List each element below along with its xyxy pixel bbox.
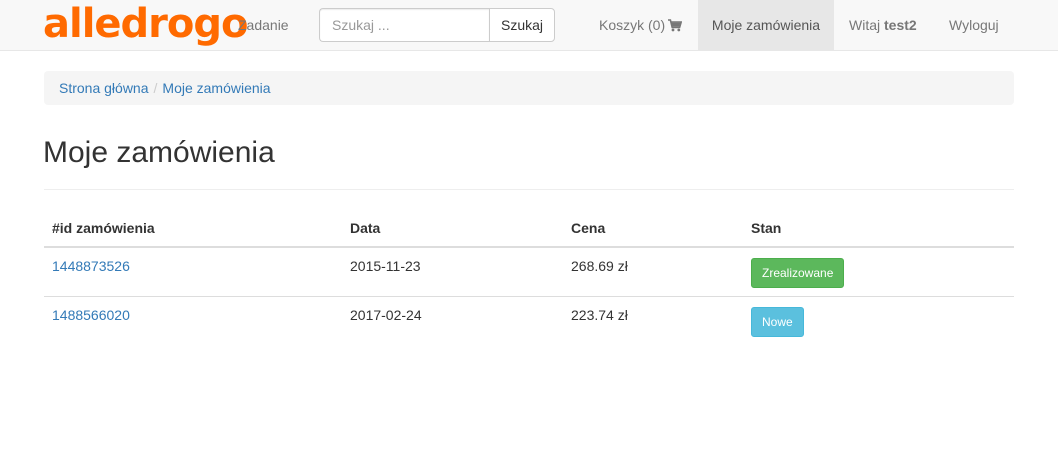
order-date: 2017-02-24: [350, 307, 422, 323]
table-header-row: #id zamówienia Data Cena Stan: [44, 210, 1014, 248]
order-price: 268.69 zł: [563, 247, 743, 297]
user-greeting: Witaj test2: [849, 0, 917, 50]
logout-link[interactable]: Wyloguj: [949, 0, 999, 50]
nav-cart-link[interactable]: Koszyk (0): [599, 0, 683, 52]
status-badge[interactable]: Zrealizowane: [751, 258, 845, 288]
order-id-link[interactable]: 1488566020: [52, 307, 130, 323]
order-price: 223.74 zł: [571, 307, 628, 323]
search-button[interactable]: Szukaj: [489, 8, 555, 42]
breadcrumb: Strona główna / Moje zamówienia: [44, 71, 1014, 105]
header-status: Stan: [743, 210, 1014, 248]
table-row: 1448873526 2015-11-23 268.69 zł Zrealizo…: [44, 247, 1014, 297]
header-price: Cena: [563, 210, 743, 248]
order-id-cell: 1488566020: [44, 297, 342, 346]
brand-logo[interactable]: alledrogo: [43, 0, 248, 50]
order-status-cell: Nowe: [743, 297, 1014, 346]
page-title: Moje zamówienia: [43, 136, 275, 169]
breadcrumb-my-orders[interactable]: Moje zamówienia: [162, 80, 270, 96]
order-id-cell: 1448873526: [44, 247, 342, 297]
order-date: 2015-11-23: [342, 247, 563, 297]
navbar: alledrogo Zadanie Szukaj Koszyk (0) Moje…: [0, 0, 1058, 51]
nav-my-orders-link[interactable]: Moje zamówienia: [698, 0, 834, 50]
table-row: 1488566020 2017-02-24 223.74 zł Nowe: [44, 297, 1014, 346]
nav-task-link[interactable]: Zadanie: [238, 0, 289, 50]
orders-table: #id zamówienia Data Cena Stan 1448873526…: [44, 210, 1014, 345]
username: test2: [884, 17, 917, 33]
search-input[interactable]: [319, 8, 489, 42]
breadcrumb-home[interactable]: Strona główna: [59, 80, 149, 96]
header-order-id: #id zamówienia: [44, 210, 342, 248]
shopping-cart-icon: [668, 2, 683, 52]
order-id-link[interactable]: 1448873526: [52, 258, 130, 274]
title-divider: [44, 189, 1014, 190]
header-date: Data: [342, 210, 563, 248]
search-form: Szukaj: [319, 8, 555, 42]
order-status-cell: Zrealizowane: [743, 247, 1014, 297]
breadcrumb-separator: /: [153, 80, 158, 96]
status-badge[interactable]: Nowe: [751, 307, 804, 337]
greeting-text: Witaj: [849, 17, 881, 33]
cart-label: Koszyk (0): [599, 17, 666, 33]
